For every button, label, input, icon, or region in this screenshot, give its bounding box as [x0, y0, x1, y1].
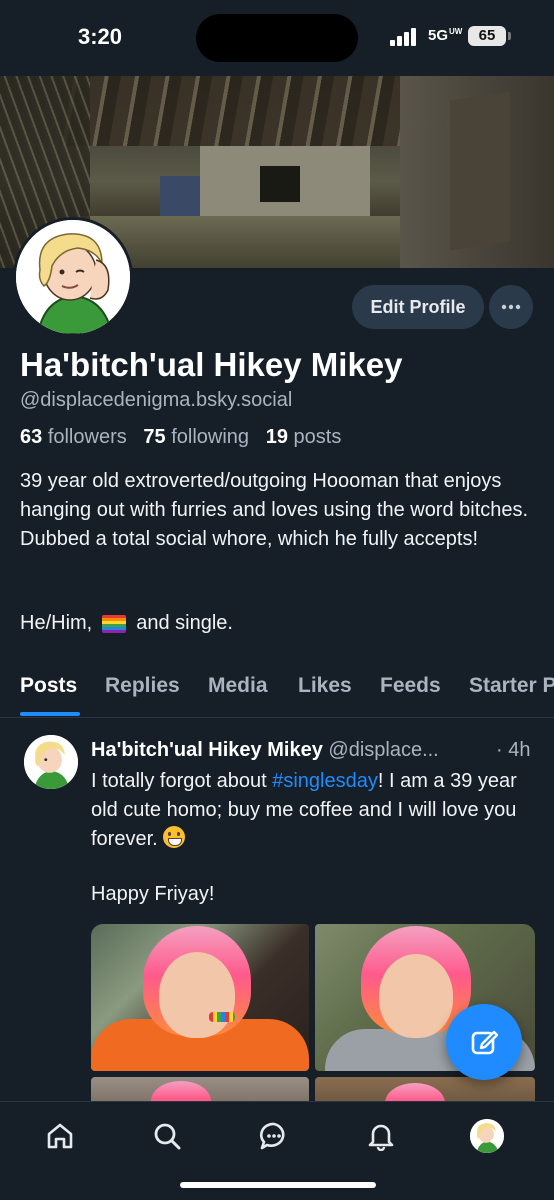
- tab-starter-packs[interactable]: Starter P: [469, 674, 554, 698]
- post-image-1[interactable]: [91, 924, 309, 1071]
- home-indicator[interactable]: [180, 1182, 376, 1188]
- rainbow-flag-icon: [102, 614, 127, 633]
- profile-avatar[interactable]: [13, 217, 133, 337]
- edit-profile-button[interactable]: Edit Profile: [352, 285, 484, 329]
- following-link[interactable]: 75 following: [143, 426, 249, 448]
- network-type: 5GUW: [428, 27, 463, 44]
- nav-chat[interactable]: [256, 1118, 292, 1154]
- post-author-avatar[interactable]: [24, 735, 78, 789]
- chat-icon: [259, 1122, 285, 1150]
- posts-count: 19 posts: [265, 426, 342, 448]
- profile-handle: @displacedenigma.bsky.social: [20, 389, 293, 411]
- avatar-illustration: [24, 735, 78, 789]
- dynamic-island: [196, 14, 358, 62]
- post-author[interactable]: Ha'bitch'ual Hikey Mikey @displace...: [91, 739, 439, 762]
- grinning-emoji-icon: [163, 826, 186, 848]
- tab-replies[interactable]: Replies: [105, 674, 180, 698]
- bell-icon: [368, 1124, 394, 1151]
- tab-likes[interactable]: Likes: [298, 674, 352, 698]
- compose-icon: [471, 1030, 499, 1055]
- profile-stats: 63 followers 75 following 19 posts: [20, 426, 341, 449]
- profile-bio: 39 year old extroverted/outgoing Hoooman…: [20, 470, 529, 550]
- followers-link[interactable]: 63 followers: [20, 426, 127, 448]
- post-text-greeting: Happy Friyay!: [91, 883, 215, 905]
- home-icon: [47, 1123, 73, 1149]
- tab-media[interactable]: Media: [208, 674, 268, 698]
- active-tab-indicator: [20, 712, 80, 716]
- ellipsis-icon: [501, 304, 521, 310]
- post-text: I totally forgot about #singlesday! I am…: [91, 770, 517, 850]
- avatar-illustration: [16, 220, 130, 334]
- profile-pronouns: He/Him, and single.: [20, 612, 233, 634]
- tab-posts[interactable]: Posts: [20, 674, 77, 698]
- nav-notifications[interactable]: [363, 1118, 399, 1154]
- signal-icon: [390, 28, 420, 46]
- compose-post-button[interactable]: [446, 1004, 522, 1080]
- post-image-3[interactable]: [91, 1077, 309, 1101]
- nav-home[interactable]: [42, 1118, 78, 1154]
- profile-display-name: Ha'bitch'ual Hikey Mikey: [20, 346, 403, 383]
- post-image-4[interactable]: [315, 1077, 535, 1101]
- status-bar: 3:20 5GUW 65: [0, 0, 554, 76]
- post-timestamp[interactable]: · 4h: [496, 739, 530, 762]
- avatar-illustration: [470, 1119, 504, 1153]
- search-icon: [154, 1123, 181, 1150]
- battery-icon: 65: [468, 26, 511, 46]
- post-author-handle: @displace...: [328, 739, 439, 761]
- hashtag-link[interactable]: #singlesday: [272, 770, 378, 792]
- profile-tabs: Posts Replies Media Likes Feeds Starter …: [0, 662, 554, 718]
- nav-profile-avatar[interactable]: [470, 1119, 504, 1153]
- more-options-button[interactable]: [489, 285, 533, 329]
- tab-feeds[interactable]: Feeds: [380, 674, 441, 698]
- post-author-name: Ha'bitch'ual Hikey Mikey: [91, 739, 323, 761]
- status-time: 3:20: [78, 24, 123, 49]
- nav-search[interactable]: [149, 1118, 185, 1154]
